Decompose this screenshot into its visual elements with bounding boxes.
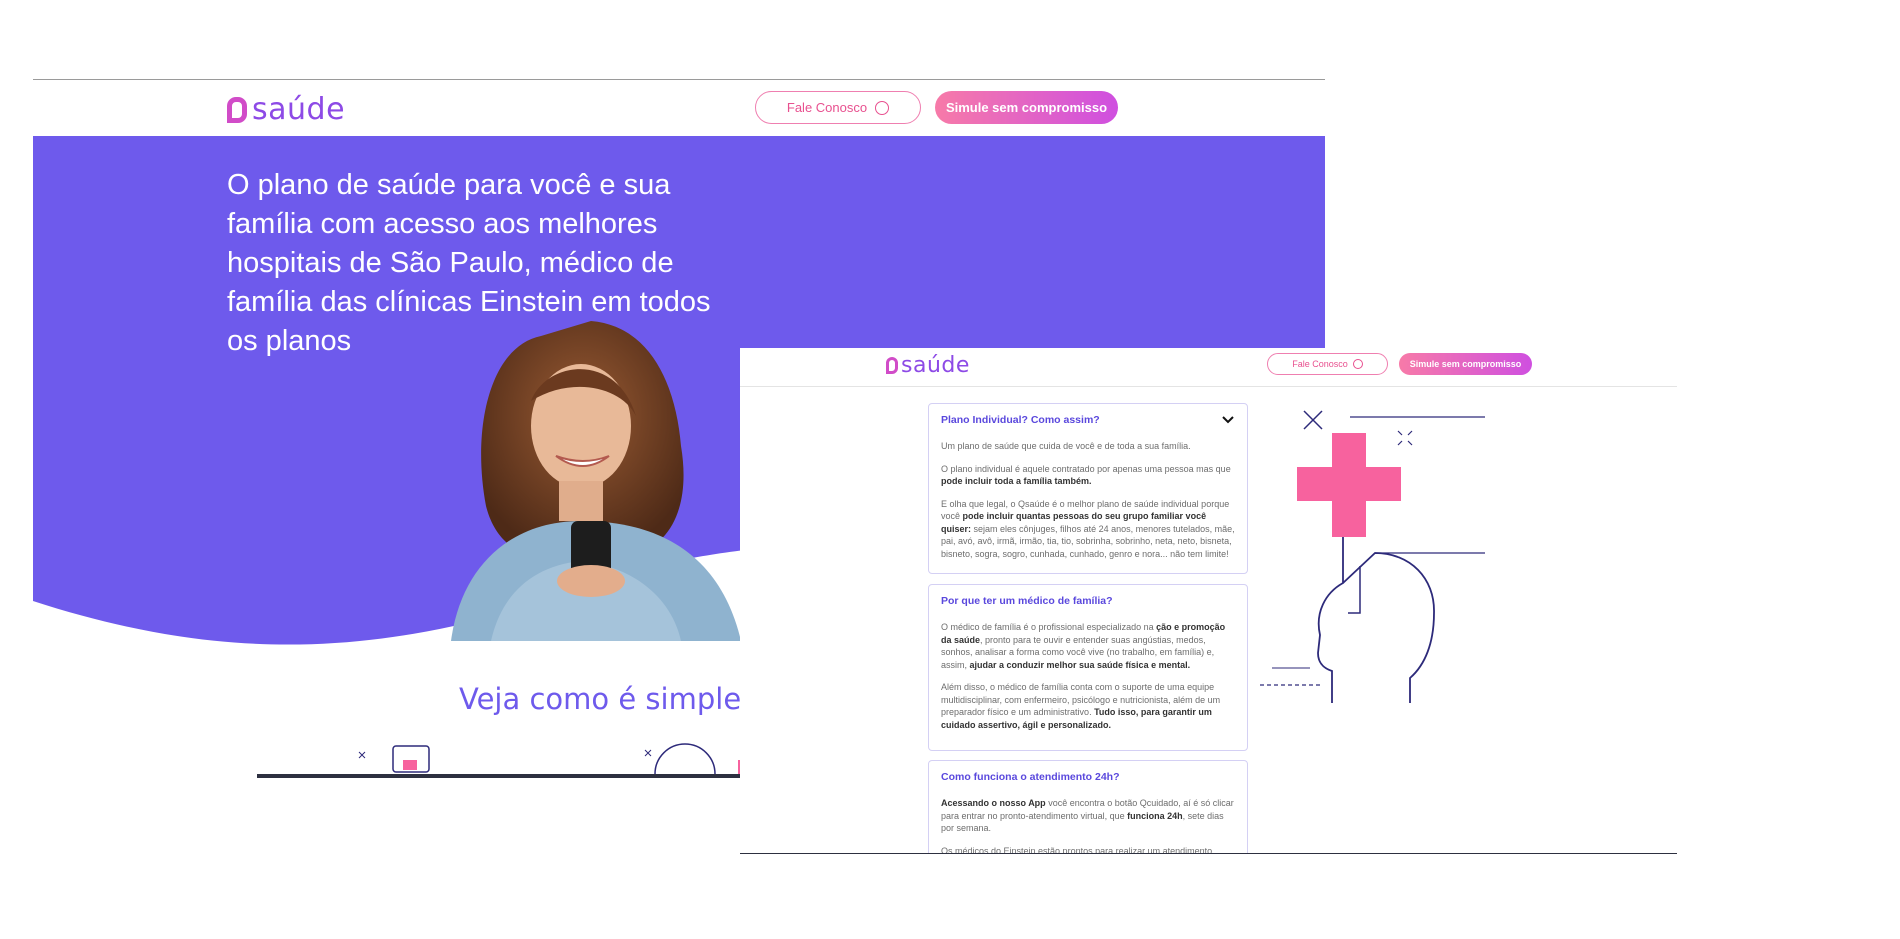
faq-item[interactable]: Como funciona o atendimento 24h? Acessan… <box>928 760 1248 854</box>
answer-text: Um plano de saúde que cuida de você e de… <box>941 441 1191 451</box>
contact-button[interactable]: Fale Conosco <box>1267 353 1388 375</box>
answer-bold-text: funciona 24h <box>1127 810 1183 821</box>
faq-answer-paragraph: Acessando o nosso App você encontra o bo… <box>941 797 1235 835</box>
bottom-divider <box>257 774 777 778</box>
medical-cross-icon <box>1297 433 1401 537</box>
faq-question[interactable]: Por que ter um médico de família? <box>941 595 1235 607</box>
faq-answer-paragraph: Além disso, o médico de família conta co… <box>941 681 1235 731</box>
answer-text: Os médicos do Einstein estão prontos par… <box>941 845 1213 854</box>
faq-answer-paragraph: Os médicos do Einstein estão prontos par… <box>941 845 1235 854</box>
simulate-button[interactable]: Simule sem compromisso <box>935 91 1118 124</box>
faq-item[interactable]: Plano Individual? Como assim? Um plano d… <box>928 403 1248 574</box>
faq-answer-paragraph: Um plano de saúde que cuida de você e de… <box>941 440 1235 453</box>
top-nav: Q saúde Fale Conosco Simule sem compromi… <box>740 348 1677 387</box>
contact-button-label: Fale Conosco <box>786 100 868 115</box>
steps-illustration-partial <box>358 743 754 776</box>
faq-question[interactable]: Plano Individual? Como assim? <box>941 414 1235 426</box>
logo-wordmark: saúde <box>252 92 346 127</box>
faq-question[interactable]: Como funciona o atendimento 24h? <box>941 771 1235 783</box>
qsaude-logo[interactable]: Q saúde <box>886 353 970 378</box>
logo-q-mark: Q <box>227 96 247 123</box>
faq-answer-paragraph: O plano individual é aquele contratado p… <box>941 463 1235 488</box>
answer-bold-text: Acessando o nosso App <box>941 798 1046 808</box>
answer-bold-text: pode incluir toda a família também. <box>941 476 1092 486</box>
health-illustration <box>1260 410 1485 703</box>
how-it-works-title: Veja como é simples s <box>459 682 781 716</box>
logo-wordmark: saúde <box>901 353 970 378</box>
answer-bold-text: ajudar a conduzir melhor sua saúde físic… <box>969 659 1191 670</box>
answer-text: sejam eles cônjuges, filhos até 24 anos,… <box>941 523 1235 559</box>
close-icon <box>1303 410 1323 430</box>
answer-text: O médico de família é o profissional esp… <box>941 622 1157 632</box>
whatsapp-icon <box>875 100 890 115</box>
sparkle-icon <box>1397 430 1413 446</box>
faq-page-screenshot: Q saúde Fale Conosco Simule sem compromi… <box>740 348 1677 854</box>
contact-button-label: Fale Conosco <box>1292 359 1348 369</box>
contact-button[interactable]: Fale Conosco <box>755 91 921 124</box>
answer-text: O plano individual é aquele contratado p… <box>941 463 1231 474</box>
woman-with-phone-photo <box>451 321 741 641</box>
top-nav: Q saúde Fale Conosco Simule sem compromi… <box>33 80 1325 136</box>
faq-item[interactable]: Por que ter um médico de família? O médi… <box>928 584 1248 751</box>
simulate-button[interactable]: Simule sem compromisso <box>1399 353 1532 375</box>
faq-answer-paragraph: O médico de família é o profissional esp… <box>941 621 1235 671</box>
whatsapp-icon <box>1352 359 1363 369</box>
qsaude-logo[interactable]: Q saúde <box>227 92 345 127</box>
faq-answer-paragraph: E olha que legal, o Qsaúde é o melhor pl… <box>941 498 1235 561</box>
logo-q-mark: Q <box>886 357 898 374</box>
